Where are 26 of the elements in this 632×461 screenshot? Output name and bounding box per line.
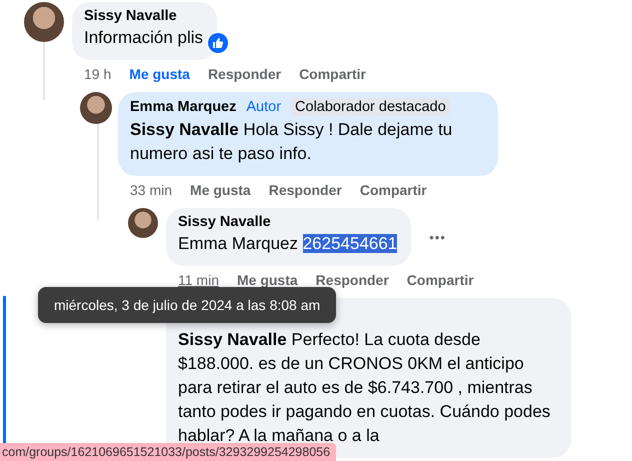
tag-label: Colaborador destacado [291, 98, 450, 116]
comment-text: Emma Marquez 2625454661 [178, 233, 398, 255]
avatar[interactable] [80, 92, 112, 124]
reply-button[interactable]: Responder [208, 66, 282, 82]
status-bar-url: com/groups/1621069651521033/posts/3293299254298056 [0, 443, 336, 461]
comment-text: Sissy Navalle Hola Sissy ! Dale dejame tu numero asi te paso info. [130, 119, 454, 165]
author-name[interactable]: Sissy Navalle [84, 8, 177, 24]
author-name[interactable]: Sissy Navalle [178, 214, 271, 230]
avatar[interactable] [128, 208, 158, 238]
reply-button[interactable]: Responder [268, 182, 342, 198]
like-button[interactable]: Me gusta [129, 66, 190, 82]
reply-button[interactable]: Responder [316, 272, 389, 288]
like-button[interactable]: Me gusta [236, 272, 298, 288]
avatar[interactable] [24, 2, 64, 42]
more-options-button[interactable]: ••• [423, 226, 452, 248]
share-button[interactable]: Compartir [360, 182, 427, 198]
date-tooltip: miércoles, 3 de julio de 2024 a las 8:08 am [38, 287, 336, 323]
role-label: Autor [245, 98, 282, 116]
timestamp-link[interactable]: 33 min [130, 182, 172, 198]
like-button[interactable]: Me gusta [190, 182, 251, 198]
share-button[interactable]: Compartir [299, 66, 366, 82]
timestamp-link[interactable]: 19 h [84, 66, 112, 82]
comment-text: Información plis [84, 27, 204, 49]
timestamp-link[interactable]: 11 min [178, 272, 219, 288]
author-name[interactable]: Emma Marquez [130, 99, 236, 115]
share-button[interactable]: Compartir [406, 272, 474, 288]
